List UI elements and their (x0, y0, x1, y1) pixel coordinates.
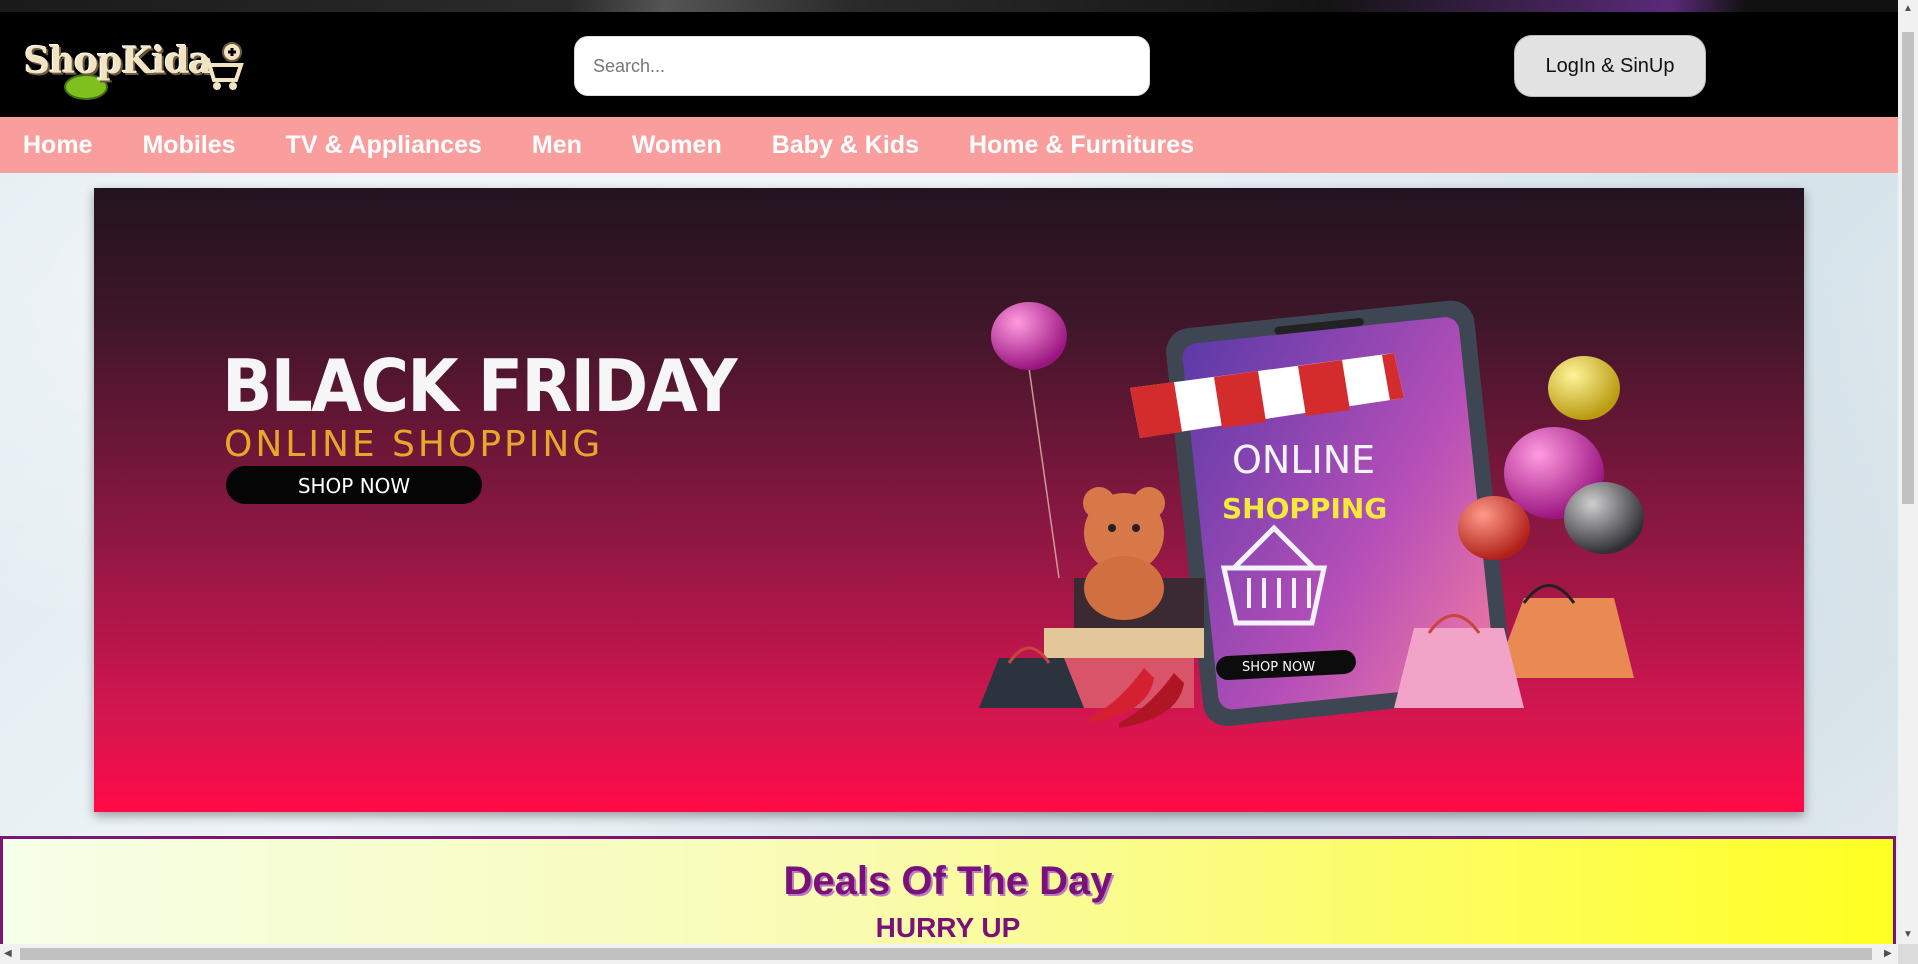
scrollbar-corner (1898, 944, 1918, 964)
nav-item-mobiles[interactable]: Mobiles (142, 131, 235, 160)
scroll-right-arrow-icon[interactable]: ▶ (1884, 949, 1892, 959)
site-logo[interactable]: ShopKida (24, 32, 244, 104)
banner-title: BLACK FRIDAY (222, 344, 738, 428)
banner-shop-now-button[interactable]: SHOP NOW (226, 466, 482, 504)
cart-icon (201, 42, 244, 90)
horizontal-scroll-thumb[interactable] (20, 948, 1872, 960)
nav-item-women[interactable]: Women (632, 131, 722, 160)
deals-subtitle: HURRY UP (875, 912, 1021, 943)
nav-item-home-furnitures[interactable]: Home & Furnitures (969, 131, 1194, 160)
horizontal-scrollbar[interactable]: ◀ ▶ (0, 944, 1898, 964)
browser-top-strip (0, 0, 1898, 12)
phone-shop-now-text: SHOP NOW (1242, 660, 1315, 675)
login-signup-button[interactable]: LogIn & SinUp (1514, 35, 1706, 97)
nav-item-men[interactable]: Men (532, 131, 582, 160)
vertical-scroll-thumb[interactable] (1902, 32, 1914, 504)
logo-text: ShopKida (24, 40, 212, 82)
site-header: ShopKida LogIn & SinUp (0, 12, 1898, 117)
phone-shopping-text: SHOPPING (1222, 492, 1387, 525)
deals-title: Deals Of The Day (783, 859, 1113, 903)
page: ShopKida LogIn & SinUp Home Mobiles TV &… (0, 0, 1898, 944)
scroll-up-arrow-icon[interactable]: ▲ (1903, 4, 1913, 14)
nav-item-home[interactable]: Home (23, 131, 92, 160)
phone-online-text: ONLINE (1232, 438, 1375, 482)
search-input[interactable] (574, 36, 1150, 96)
online-shopping-illustration: ONLINE SHOPPING SHOP NOW (979, 300, 1644, 728)
nav-item-tv-appliances[interactable]: TV & Appliances (286, 131, 482, 160)
deals-of-the-day-section: Deals Of The Day HURRY UP (0, 836, 1896, 944)
banner-subtitle: ONLINE SHOPPING (224, 424, 604, 465)
scroll-down-arrow-icon[interactable]: ▼ (1903, 930, 1913, 940)
hero-banner[interactable]: BLACK FRIDAY ONLINE SHOPPING SHOP NOW ON… (94, 188, 1804, 812)
category-nav: Home Mobiles TV & Appliances Men Women B… (0, 117, 1898, 173)
nav-item-baby-kids[interactable]: Baby & Kids (772, 131, 919, 160)
vertical-scrollbar[interactable]: ▲ ▼ (1898, 0, 1918, 944)
scroll-left-arrow-icon[interactable]: ◀ (4, 949, 12, 959)
